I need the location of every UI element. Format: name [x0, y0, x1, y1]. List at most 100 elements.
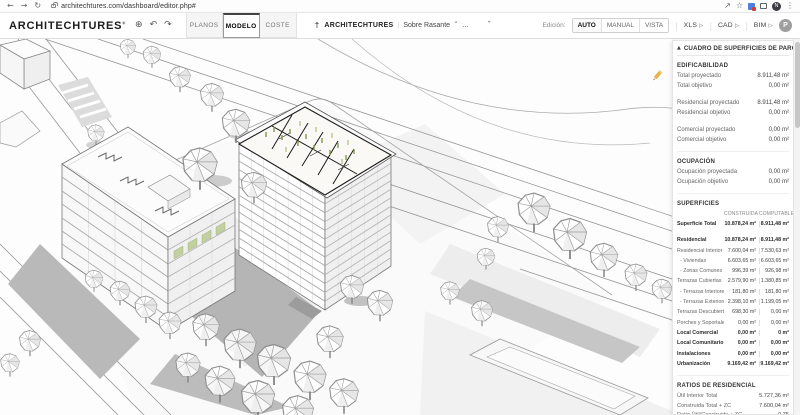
breadcrumb-project[interactable]: ARCHITECHTURES	[324, 22, 393, 29]
table-row: - Terrazas Exteriores 2.398,10 m² 1.199,05…	[677, 299, 789, 309]
row-label: Local Comunitario	[677, 340, 724, 347]
row-construida: 0,00 m²	[737, 329, 756, 336]
row-construida: 7.600,04 m²	[727, 247, 756, 254]
row-computable: 7.530,63 m²	[759, 247, 789, 254]
table-row: - Terrazas Interiores 181,80 m² 181,80 m²	[677, 288, 789, 299]
level-caret-icon[interactable]: ˇ	[454, 21, 458, 29]
row-value: 0,00 m²	[768, 127, 789, 133]
row-computable: 1.380,85 m²	[759, 278, 789, 285]
undo-icon[interactable]: ↶	[150, 21, 158, 30]
collapse-icon[interactable]: ▲	[677, 45, 681, 51]
scrollbar-thumb[interactable]	[795, 42, 800, 128]
row-label: Construida Total + ZC	[677, 402, 732, 409]
table-row: Residencial Interior 7.600,04 m² 7.530,63 …	[677, 247, 789, 258]
row-computable: 0 m²	[759, 329, 789, 336]
redo-icon[interactable]: ↷	[164, 21, 172, 30]
section-title: OCUPACIÓN	[677, 159, 716, 165]
level-up-icon[interactable]: ↑	[314, 21, 321, 30]
page-scrollbar[interactable]	[793, 39, 800, 415]
pencil-cursor-icon	[653, 70, 663, 81]
row-value: 5.727,36 m²	[759, 393, 789, 400]
row-computable: 9.169,42 m²	[759, 360, 789, 367]
bookmark-star-icon[interactable]: ☆	[736, 2, 743, 10]
row-label: Residencial	[677, 237, 707, 244]
user-avatar[interactable]: P	[779, 19, 792, 32]
toolbar-caret-icon[interactable]: ˇ	[487, 21, 492, 31]
browser-menu-icon[interactable]: ⋮	[786, 2, 794, 10]
surface-table-panel[interactable]: ▲ CUADRO DE SUPERFICIES DE PARCELA EDIFI…	[672, 40, 793, 415]
row-computable: 8.911,48 m²	[759, 237, 789, 244]
browser-back-icon[interactable]: ←	[7, 2, 14, 10]
row-label: Comercial objetivo	[677, 137, 727, 143]
section-superficies: SUPERFICIES CONSTRUIDA COMPUTABLE Superf…	[677, 194, 793, 377]
row-computable: 0,00 m²	[759, 340, 789, 347]
row-label: Local Comercial	[677, 329, 718, 336]
row-computable: 0,00 m²	[759, 309, 789, 316]
table-row: Terrazas Descubiertas 698,30 m²0,00 m²	[677, 309, 789, 319]
mode-vista[interactable]: VISTA	[638, 19, 669, 32]
table-row: Comercial proyectado 0,00 m²	[677, 127, 789, 137]
export-arrow-icon: ▷	[768, 23, 773, 29]
3d-viewport[interactable]: ▲ CUADRO DE SUPERFICIES DE PARCELA EDIFI…	[0, 39, 800, 415]
row-construida: 10.878,24 m²	[724, 237, 756, 244]
share-icon[interactable]: ↗	[724, 2, 731, 10]
row-value: 7.600,04 m²	[759, 402, 789, 409]
export-cad-button[interactable]: CAD ▷	[718, 22, 739, 29]
table-row: Ocupación proyectada 0,00 m²	[677, 169, 789, 179]
row-construida: 181,80 m²	[732, 288, 756, 295]
table-row: Total objetivo 0,00 m²	[677, 83, 789, 93]
edition-mode-switch: AUTO MANUAL VISTA	[571, 18, 670, 33]
row-computable: 1.199,05 m²	[759, 299, 789, 306]
row-construida: 2.398,10 m²	[727, 299, 756, 306]
row-computable: 6.603,65 m²	[759, 257, 789, 264]
table-row: Local Comunitario 0,00 m² 0,00 m²	[677, 340, 789, 350]
building-fragment	[0, 39, 52, 90]
row-label: Superficie Total	[677, 221, 717, 227]
row-value: 0,00 m²	[768, 169, 789, 175]
mode-manual[interactable]: MANUAL	[600, 19, 639, 32]
table-row: Instalaciones 0,00 m² 0,00 m²	[677, 350, 789, 361]
row-computable: 181,80 m²	[759, 288, 789, 295]
table-row: Comercial objetivo 0,00 m²	[677, 137, 789, 147]
row-computable: 0,00 m²	[759, 319, 789, 326]
tab-coste[interactable]: COSTE	[259, 13, 297, 38]
table-row: Construida Total + ZC 7.600,04 m²	[677, 403, 789, 413]
secure-lock-icon	[51, 2, 58, 8]
browser-forward-icon[interactable]: →	[21, 2, 28, 10]
side-panel-icon[interactable]	[760, 3, 767, 9]
row-computable: 8.911,48 m²	[759, 221, 789, 227]
table-row: Residencial proyectado 8.911,48 m²	[677, 100, 789, 110]
breadcrumb-more[interactable]: …	[462, 22, 469, 29]
row-label: Comercial proyectado	[677, 127, 736, 133]
table-row: - Viviendas 6.603,65 m² 6.603,65 m²	[677, 257, 789, 268]
row-label: Ocupación proyectada	[677, 169, 738, 175]
section-ocupacion: OCUPACIÓN Ocupación proyectada 0,00 m² Ocu…	[677, 152, 789, 194]
zoom-extents-icon[interactable]: ⊕	[135, 21, 143, 30]
mode-auto[interactable]: AUTO	[572, 19, 601, 32]
export-xls-button[interactable]: XLS ▷	[684, 22, 704, 29]
table-row: Porches y Soportales 0,00 m² 0,00 m²	[677, 319, 789, 330]
row-label: Ocupación objetivo	[677, 179, 729, 185]
row-label: Residencial objetivo	[677, 110, 731, 116]
panel-header[interactable]: ▲ CUADRO DE SUPERFICIES DE PARCELA	[677, 41, 793, 56]
section-title: EDIFICABILIDAD	[677, 63, 729, 69]
table-row: Terrazas Cubiertas 2.579,90 m² 1.380,85 m²	[677, 278, 789, 288]
browser-profile-avatar[interactable]: N	[772, 1, 781, 11]
breadcrumb: ↑ ARCHITECHTURES | Sobre Rasante ˇ …	[313, 20, 470, 30]
tab-planos[interactable]: PLANOS	[185, 13, 223, 38]
export-bim-button[interactable]: BIM ▷	[754, 22, 773, 29]
level-selector[interactable]: Sobre Rasante	[403, 22, 450, 29]
row-label: - Viviendas	[680, 257, 707, 264]
section-title: SUPERFICIES	[677, 201, 720, 207]
row-construida: 10.878,24 m²	[724, 221, 756, 227]
browser-reload-icon[interactable]: ↻	[34, 2, 41, 10]
row-value: 8.911,48 m²	[757, 73, 789, 79]
table-row: Residencial objetivo 0,00 m²	[677, 110, 789, 120]
address-bar[interactable]: architechtures.com/dashboard/editor.php#	[61, 3, 196, 10]
edition-label: Edición:	[542, 22, 566, 29]
tab-modelo[interactable]: MODELO	[222, 13, 260, 38]
row-value: 0,00 m²	[768, 83, 789, 89]
table-row: Ocupación objetivo 0,00 m²	[677, 179, 789, 189]
extension-icon[interactable]	[748, 2, 756, 11]
row-label: Residencial Interior	[677, 247, 723, 254]
